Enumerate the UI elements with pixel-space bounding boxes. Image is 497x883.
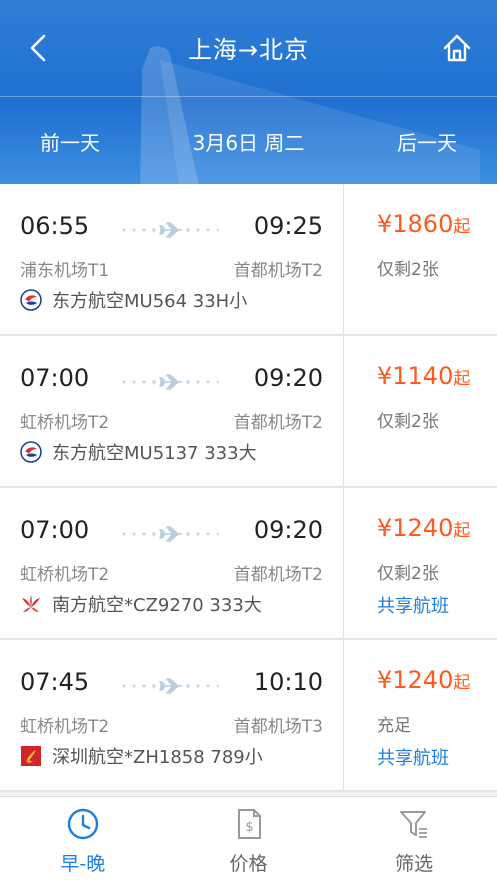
price-info: ¥1240起 仅剩2张 共享航班	[344, 488, 497, 638]
plane-icon	[122, 678, 220, 694]
date-bar: 前一天 3月6日 周二 后一天	[0, 97, 497, 184]
price-value: ¥1240	[377, 666, 454, 694]
plane-icon	[122, 374, 220, 390]
codeshare-label[interactable]: 共享航班	[377, 592, 449, 618]
arrival-time: 10:10	[253, 668, 323, 696]
china-southern-logo-icon	[22, 595, 40, 612]
price-unit: 起	[453, 673, 471, 693]
arrival-airport: 首都机场T2	[233, 261, 323, 281]
shenzhen-airlines-logo-icon	[21, 746, 41, 766]
arrival-time: 09:20	[253, 516, 323, 544]
codeshare-label[interactable]: 共享航班	[377, 744, 449, 770]
flight-info: 07:00 09:20 虹桥机场T2 首都机场T2 东方航空MU5137 333…	[0, 336, 343, 486]
airline-info: 深圳航空*ZH1858 789小	[20, 744, 263, 768]
departure-airport: 虹桥机场T2	[20, 717, 110, 737]
price-unit: 起	[453, 217, 471, 237]
flight-info: 07:00 09:20 虹桥机场T2 首都机场T2 南方航空*CZ9270 33…	[0, 488, 343, 638]
arrival-airport: 首都机场T3	[233, 717, 323, 737]
bottom-tab-bar: 早-晚 $ 价格 筛选	[0, 796, 497, 883]
plane-icon	[122, 222, 220, 238]
seat-availability: 仅剩2张	[377, 412, 439, 432]
arrival-time: 09:20	[253, 364, 323, 392]
flight-list[interactable]: 06:55 09:25 浦东机场T1 首都机场T2 东方航空MU564 33H小…	[0, 184, 497, 796]
svg-text:$: $	[245, 820, 253, 835]
flight-row[interactable]: 07:00 09:20 虹桥机场T2 首都机场T2 南方航空*CZ9270 33…	[0, 488, 497, 640]
price: ¥1140起	[377, 362, 470, 390]
departure-time: 07:00	[20, 516, 90, 544]
price: ¥1240起	[377, 666, 470, 694]
flight-row[interactable]: 07:45 10:10 虹桥机场T2 首都机场T3 深圳航空*ZH1858 78…	[0, 640, 497, 792]
seat-availability: 仅剩2张	[377, 260, 439, 280]
route-title: 上海→北京	[187, 36, 310, 64]
airline-flight-number: 东方航空MU564 33H小	[52, 291, 248, 312]
airline-info: 东方航空MU564 33H小	[20, 288, 247, 312]
airline-flight-number: 东方航空MU5137 333大	[52, 443, 257, 464]
flight-row[interactable]: 07:00 09:20 虹桥机场T2 首都机场T2 东方航空MU5137 333…	[0, 336, 497, 488]
price-unit: 起	[453, 521, 471, 541]
header: 上海→北京 前一天 3月6日 周二 后一天	[0, 0, 497, 184]
price-doc-icon: $	[237, 809, 261, 839]
seat-availability: 仅剩2张	[377, 564, 439, 584]
airline-info: 东方航空MU5137 333大	[20, 440, 257, 464]
departure-airport: 虹桥机场T2	[20, 565, 110, 585]
tab-label: 价格	[229, 853, 268, 875]
price-value: ¥1240	[377, 514, 454, 542]
plane-icon	[122, 526, 220, 542]
price: ¥1240起	[377, 514, 470, 542]
flight-info: 06:55 09:25 浦东机场T1 首都机场T2 东方航空MU564 33H小	[0, 184, 343, 334]
price-info: ¥1860起 仅剩2张	[344, 184, 497, 334]
departure-time: 06:55	[20, 212, 90, 240]
airline-info: 南方航空*CZ9270 333大	[20, 592, 262, 616]
home-icon	[443, 34, 471, 62]
price-info: ¥1140起 仅剩2张	[344, 336, 497, 486]
departure-time: 07:45	[20, 668, 90, 696]
tab-label: 筛选	[395, 853, 434, 875]
price-unit: 起	[453, 369, 471, 389]
home-button[interactable]	[437, 28, 477, 68]
filter-icon	[400, 811, 428, 838]
price: ¥1860起	[377, 210, 470, 238]
airline-flight-number: 南方航空*CZ9270 333大	[52, 595, 262, 616]
departure-time: 07:00	[20, 364, 90, 392]
departure-airport: 虹桥机场T2	[20, 413, 110, 433]
china-eastern-logo-icon	[20, 441, 42, 463]
tab-time-sort[interactable]: 早-晚	[0, 797, 166, 883]
flight-info: 07:45 10:10 虹桥机场T2 首都机场T3 深圳航空*ZH1858 78…	[0, 640, 343, 790]
airline-flight-number: 深圳航空*ZH1858 789小	[52, 747, 263, 768]
tab-price-sort[interactable]: $ 价格	[166, 797, 332, 883]
top-bar: 上海→北京	[0, 0, 497, 96]
arrival-airport: 首都机场T2	[233, 413, 323, 433]
price-value: ¥1140	[377, 362, 454, 390]
tab-label: 早-晚	[60, 853, 106, 875]
clock-icon	[67, 808, 99, 840]
arrival-airport: 首都机场T2	[233, 565, 323, 585]
china-eastern-logo-icon	[20, 289, 42, 311]
next-day-button[interactable]: 后一天	[397, 127, 457, 156]
flight-row[interactable]: 06:55 09:25 浦东机场T1 首都机场T2 东方航空MU564 33H小…	[0, 184, 497, 336]
seat-availability: 充足	[377, 716, 411, 736]
price-value: ¥1860	[377, 210, 454, 238]
tab-filter[interactable]: 筛选	[331, 797, 497, 883]
arrival-time: 09:25	[253, 212, 323, 240]
departure-airport: 浦东机场T1	[20, 261, 110, 281]
price-info: ¥1240起 充足 共享航班	[344, 640, 497, 790]
